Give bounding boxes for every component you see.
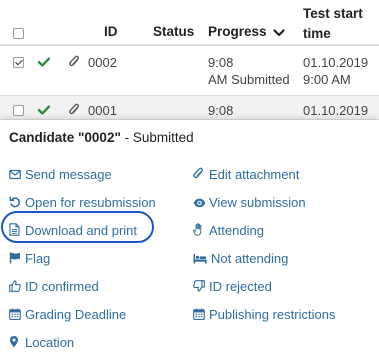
row-start-date: 01.10.2019 xyxy=(303,55,369,70)
bed-icon xyxy=(193,253,207,264)
flag-action[interactable]: Flag xyxy=(9,250,50,267)
send-message-label: Send message xyxy=(25,167,112,182)
publishing-restrictions-action[interactable]: Publishing restrictions xyxy=(193,306,335,323)
flag-label: Flag xyxy=(25,251,51,266)
map-marker-icon xyxy=(9,335,21,348)
id-confirmed-label: ID confirmed xyxy=(25,279,99,294)
grading-deadline-label: Grading Deadline xyxy=(25,307,127,322)
location-label: Location xyxy=(25,335,75,350)
candidates-table: ID Status Progress Test start time 0002 … xyxy=(0,0,379,120)
column-header-test-start[interactable]: Test start time xyxy=(303,4,363,44)
envelope-icon xyxy=(9,169,21,180)
column-header-test-start-line2: time xyxy=(303,26,331,41)
send-message-action[interactable]: Send message xyxy=(9,166,112,183)
grading-deadline-action[interactable]: Grading Deadline xyxy=(9,306,126,323)
chevron-down-icon[interactable] xyxy=(273,28,285,38)
panel-title: Candidate "0002" - Submitted xyxy=(9,130,194,145)
thumbs-down-icon xyxy=(193,280,205,292)
panel-title-status: - Submitted xyxy=(120,130,194,145)
paperclip-icon[interactable] xyxy=(69,55,80,68)
candidate-actions-panel: Candidate "0002" - Submitted Send messag… xyxy=(0,120,379,356)
calendar-icon xyxy=(193,308,205,320)
row-progress-time: 9:08 xyxy=(208,55,234,70)
edit-attachment-label: Edit attachment xyxy=(209,167,300,182)
flag-icon xyxy=(9,252,21,264)
hand-icon xyxy=(193,223,205,236)
column-header-test-start-line1: Test start xyxy=(303,6,363,21)
table-header: ID Status Progress Test start time xyxy=(0,0,379,46)
publishing-restrictions-label: Publishing restrictions xyxy=(209,307,336,322)
attending-action[interactable]: Attending xyxy=(193,222,264,239)
column-header-progress-label: Progress xyxy=(208,24,267,39)
location-action[interactable]: Location xyxy=(9,334,74,351)
row-checkbox[interactable] xyxy=(13,57,24,68)
panel-title-candidate: "0002" xyxy=(78,130,121,145)
check-icon xyxy=(38,57,50,67)
paperclip-icon[interactable] xyxy=(69,103,80,116)
table-row[interactable]: 0001 9:08 01.10.2019 xyxy=(0,96,379,120)
row-id: 0001 xyxy=(88,103,117,118)
eye-icon xyxy=(193,198,206,208)
view-submission-action[interactable]: View submission xyxy=(193,194,306,211)
row-start-time: 01.10.2019 9:00 AM xyxy=(303,54,368,88)
undo-icon xyxy=(9,196,21,208)
paperclip-icon xyxy=(193,167,205,180)
attending-label: Attending xyxy=(209,223,264,238)
view-submission-label: View submission xyxy=(209,195,306,210)
row-checkbox[interactable] xyxy=(13,105,24,116)
not-attending-label: Not attending xyxy=(211,251,289,266)
panel-title-prefix: Candidate xyxy=(9,130,79,145)
id-rejected-label: ID rejected xyxy=(209,279,272,294)
row-id: 0002 xyxy=(88,55,117,70)
column-header-status[interactable]: Status xyxy=(153,22,194,42)
edit-attachment-action[interactable]: Edit attachment xyxy=(193,166,299,183)
row-start-date: 01.10.2019 xyxy=(303,103,369,118)
id-rejected-action[interactable]: ID rejected xyxy=(193,278,272,295)
check-icon xyxy=(38,105,50,115)
row-progress: 9:08 AM Submitted xyxy=(208,54,290,88)
column-header-progress[interactable]: Progress xyxy=(208,22,285,42)
row-start-clock: 9:00 AM xyxy=(303,72,351,87)
row-progress-status: AM Submitted xyxy=(208,72,290,87)
not-attending-action[interactable]: Not attending xyxy=(193,250,288,267)
select-all-checkbox[interactable] xyxy=(13,28,24,39)
id-confirmed-action[interactable]: ID confirmed xyxy=(9,278,99,295)
open-for-resubmission-label: Open for resubmission xyxy=(25,195,156,210)
thumbs-up-icon xyxy=(9,280,21,292)
download-and-print-highlight xyxy=(1,211,154,243)
row-progress-time: 9:08 xyxy=(208,103,234,118)
calendar-icon xyxy=(9,308,21,320)
column-header-id[interactable]: ID xyxy=(104,22,118,42)
open-for-resubmission-action[interactable]: Open for resubmission xyxy=(9,194,156,211)
table-row[interactable]: 0002 9:08 AM Submitted 01.10.2019 9:00 A… xyxy=(0,46,379,96)
